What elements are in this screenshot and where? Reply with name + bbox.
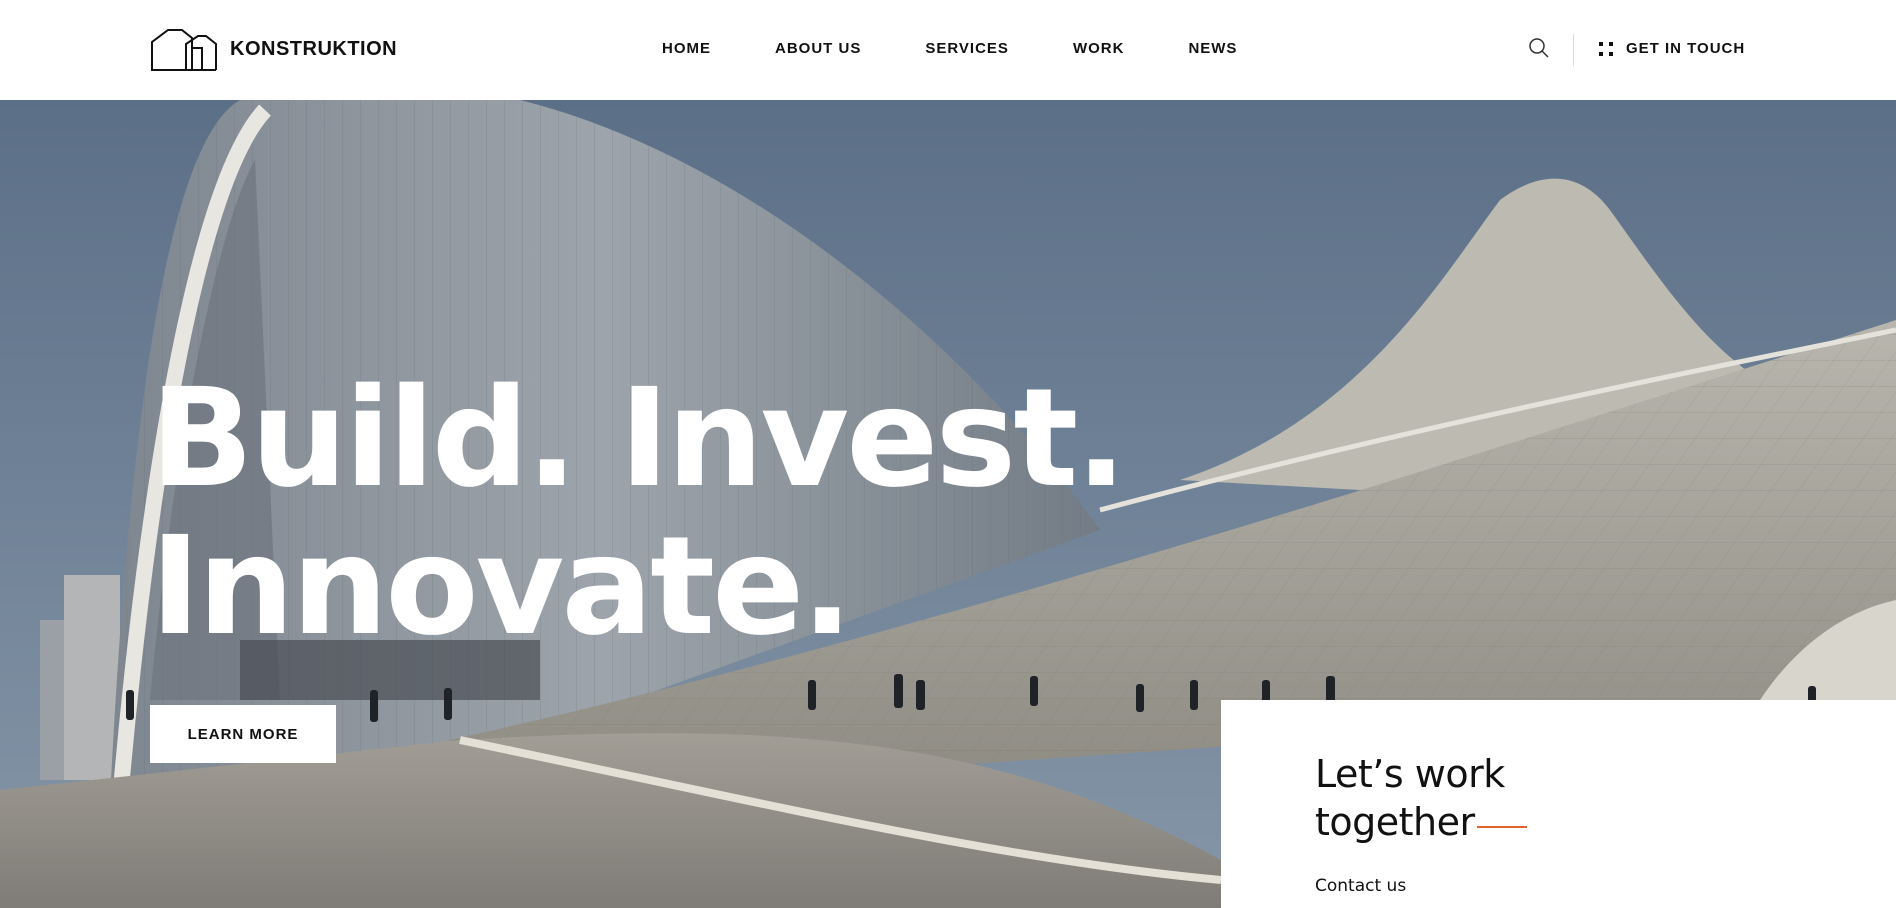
headline-line-2: Innovate.	[150, 508, 853, 666]
site-header: KONSTRUKTION HOME ABOUT US SERVICES WORK…	[0, 0, 1896, 100]
nav-item-about-us[interactable]: ABOUT US	[775, 40, 861, 57]
building-logo-icon	[151, 29, 217, 71]
contact-card: Let’s work together Contact us	[1221, 700, 1896, 908]
main-nav: HOME ABOUT US SERVICES WORK NEWS	[662, 40, 1237, 57]
nav-item-services[interactable]: SERVICES	[925, 40, 1009, 57]
nav-item-news[interactable]: NEWS	[1188, 40, 1237, 57]
brand-logo[interactable]: KONSTRUKTION	[150, 26, 397, 72]
headline-line-1: Build. Invest.	[150, 360, 1127, 518]
get-in-touch-button[interactable]: GET IN TOUCH	[1598, 40, 1745, 57]
get-in-touch-label: GET IN TOUCH	[1626, 40, 1746, 57]
hero-section: Build. Invest. Innovate. LEARN MORE Let’…	[0, 100, 1896, 908]
header-divider	[1573, 34, 1574, 66]
accent-line	[1477, 826, 1527, 828]
card-title-line-1: Let’s work	[1315, 752, 1505, 796]
nav-item-work[interactable]: WORK	[1073, 40, 1125, 57]
four-dots-icon	[1599, 41, 1613, 56]
card-title-line-2: together	[1315, 800, 1475, 844]
search-button[interactable]	[1528, 37, 1550, 59]
search-icon	[1529, 38, 1549, 58]
hero-headline: Build. Invest. Innovate.	[150, 360, 1127, 666]
brand-name: KONSTRUKTION	[230, 37, 398, 60]
contact-us-link[interactable]: Contact us	[1315, 876, 1406, 896]
nav-item-home[interactable]: HOME	[662, 40, 711, 57]
card-title: Let’s work together	[1315, 750, 1505, 846]
learn-more-button[interactable]: LEARN MORE	[150, 705, 336, 763]
